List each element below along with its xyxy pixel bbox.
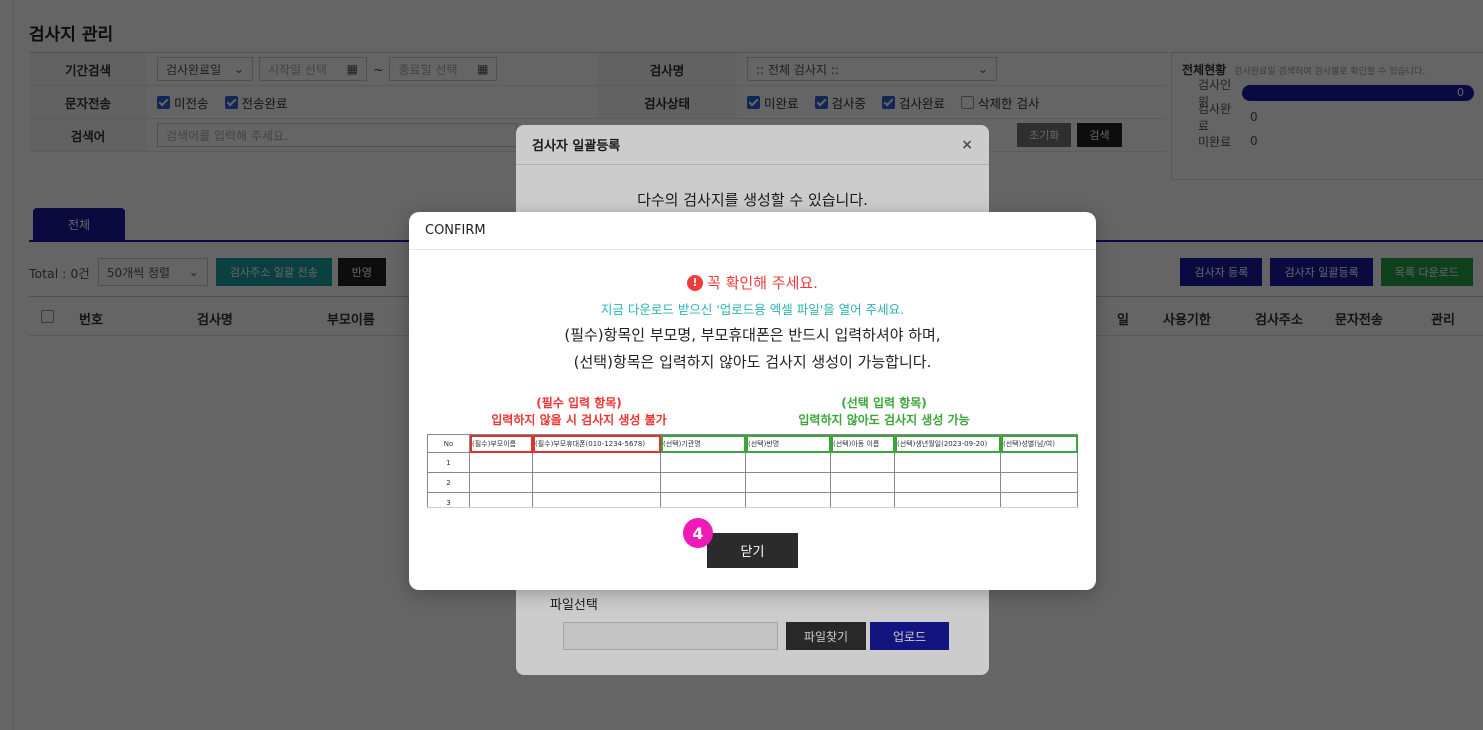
confirm-title: CONFIRM xyxy=(409,212,1096,250)
required-fields-label: (필수 입력 항목) 입력하지 않을 시 검사지 생성 불가 xyxy=(491,396,667,427)
optional-fields-label: (선택 입력 항목) 입력하지 않아도 검사지 생성 가능 xyxy=(798,396,970,427)
alert-icon: ! xyxy=(687,274,704,291)
excel-row: 2 xyxy=(427,472,1078,493)
excel-row: 1 xyxy=(427,452,1078,473)
page: 검사지 관리 기간검색 검사완료일⌄ 시작일 선택▦ ~ 종료일 선택▦ 검사명… xyxy=(0,0,1483,730)
step-badge: 4 xyxy=(683,518,713,548)
excel-row: 3 xyxy=(427,492,1078,507)
confirm-modal: CONFIRM ! 꼭 확인해 주세요. 지금 다운로드 받으신 '업로드용 엑셀… xyxy=(409,212,1096,590)
confirm-warning: ! 꼭 확인해 주세요. xyxy=(409,272,1096,293)
confirm-line-2: (선택)항목은 입력하지 않아도 검사지 생성이 가능합니다. xyxy=(573,353,932,371)
excel-preview: No (필수)부모이름 (필수)부모휴대폰(010-1234-5678) (선택… xyxy=(427,434,1078,508)
confirm-info: 지금 다운로드 받으신 '업로드용 엑셀 파일'을 열어 주세요. xyxy=(600,302,905,317)
excel-header-row: No (필수)부모이름 (필수)부모휴대폰(010-1234-5678) (선택… xyxy=(427,434,1078,453)
confirm-line-1: (필수)항목인 부모명, 부모휴대폰은 반드시 입력하셔야 하며, xyxy=(564,326,941,344)
close-button[interactable]: 닫기 xyxy=(707,533,798,568)
